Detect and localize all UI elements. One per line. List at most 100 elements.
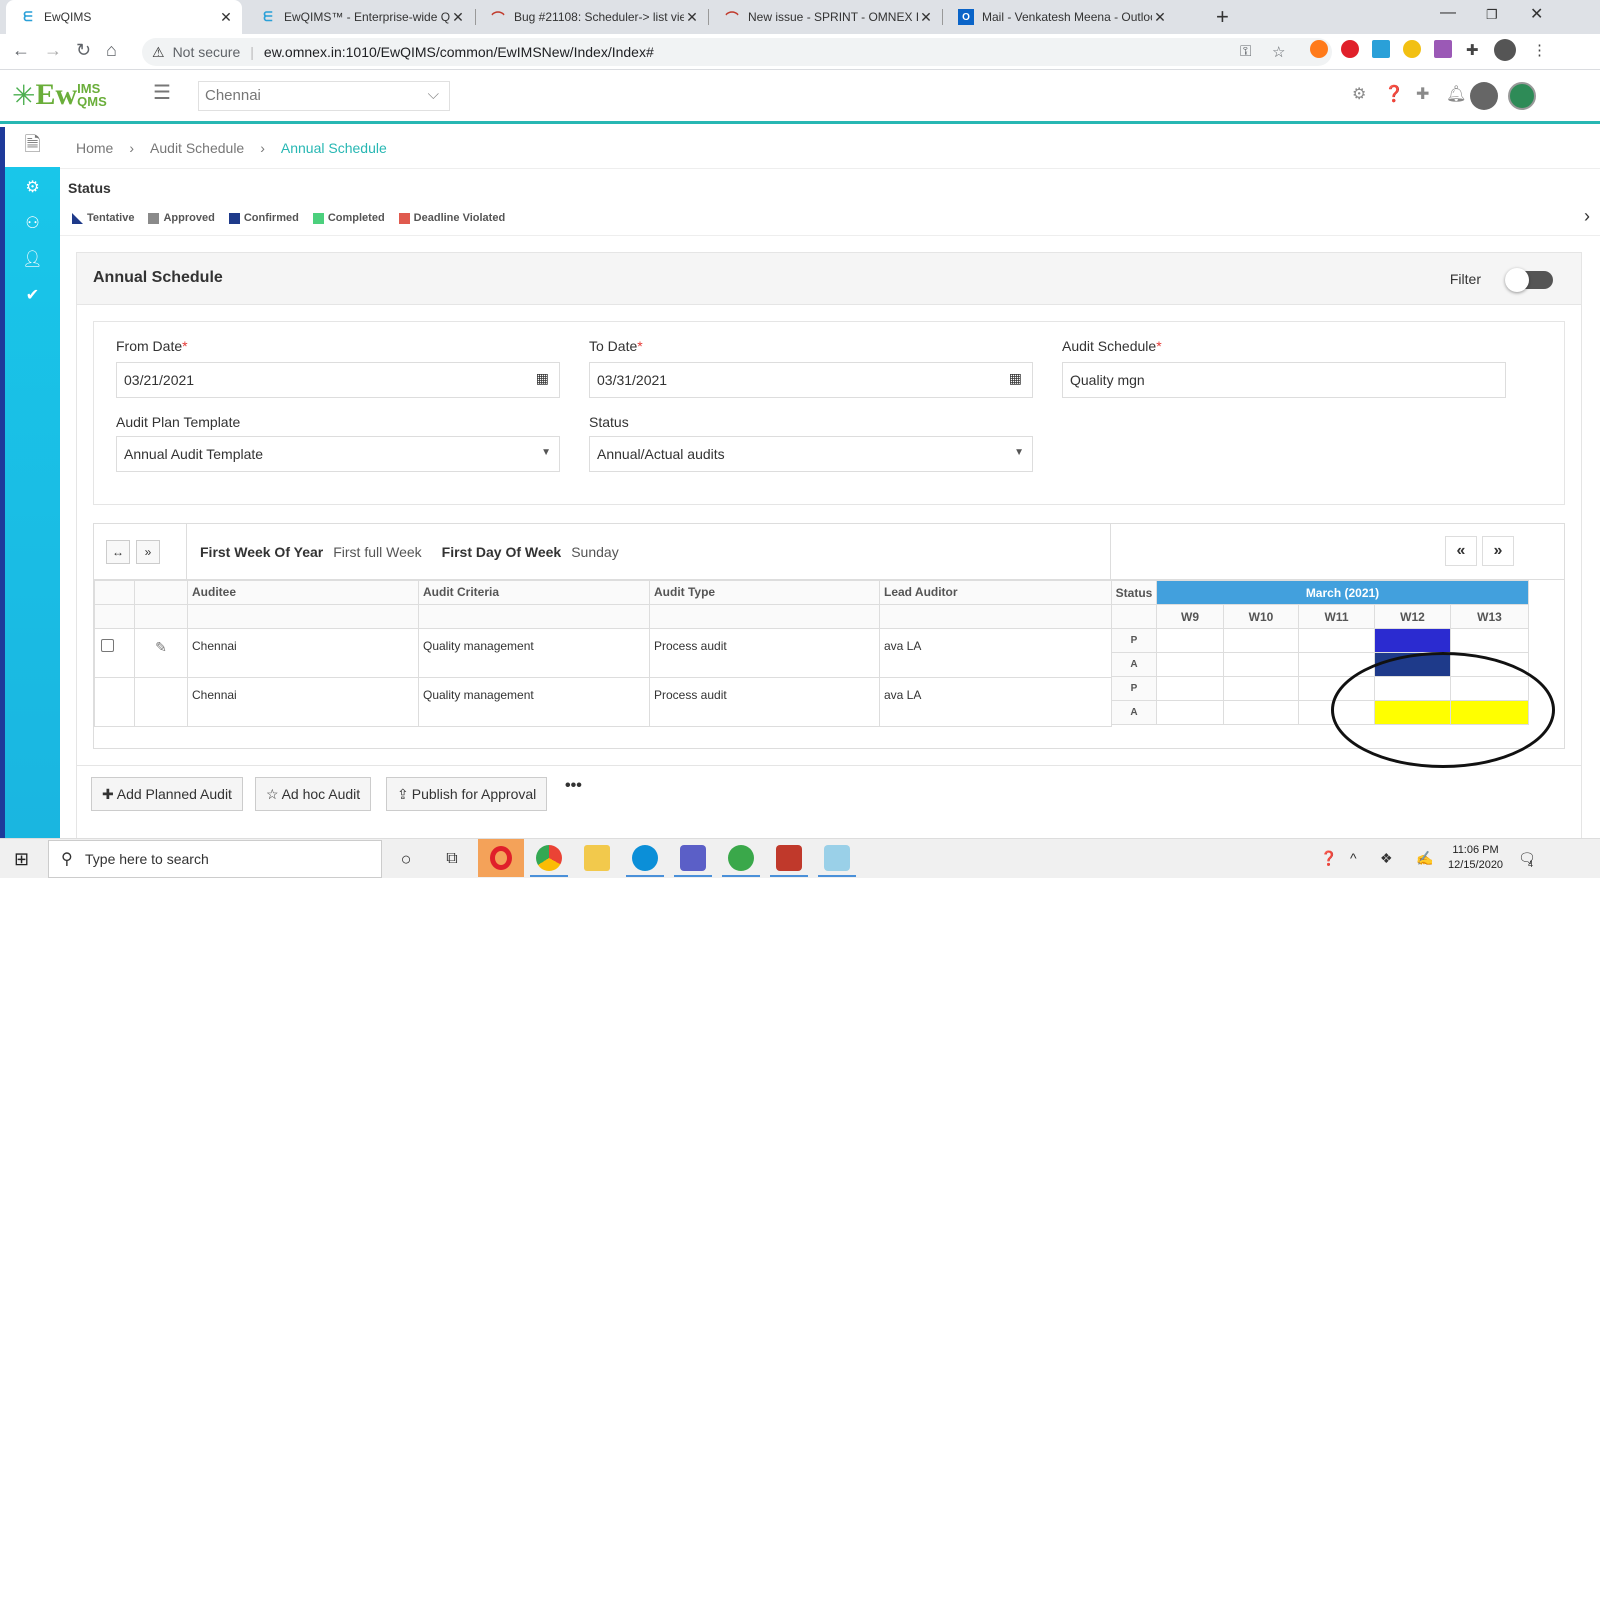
tab-bug-21108[interactable]: ⌒ Bug #21108: Scheduler-> list view ✕ — [476, 0, 708, 34]
schedule-cell[interactable] — [1223, 676, 1299, 701]
column-audit-type[interactable]: Audit Type — [649, 580, 880, 605]
notification-bell-icon[interactable]: 🔔︎ — [1446, 84, 1466, 104]
next-period-button[interactable]: » — [1482, 536, 1514, 566]
breadcrumb-audit-schedule[interactable]: Audit Schedule — [150, 140, 244, 156]
reload-icon[interactable]: ↻ — [76, 40, 91, 61]
task-view-icon[interactable]: ⧉ — [438, 845, 466, 873]
bookmark-star-icon[interactable]: ☆ — [1272, 43, 1285, 61]
to-date-field[interactable]: 03/31/2021 ▦ — [589, 362, 1033, 398]
sidebar-item-audit[interactable]: 🗎 — [5, 127, 60, 167]
schedule-cell[interactable] — [1156, 628, 1224, 653]
tab-ewqims-enterprise[interactable]: ᗴ EwQIMS™ - Enterprise-wide Qual ✕ — [246, 0, 474, 34]
column-lead-auditor[interactable]: Lead Auditor — [879, 580, 1112, 605]
extension-badge-icon[interactable] — [1403, 40, 1421, 58]
site-select[interactable]: Chennai ⌵ — [198, 81, 450, 111]
cortana-icon[interactable]: ○ — [392, 845, 420, 873]
windows-start-icon[interactable]: ⊞ — [14, 849, 29, 870]
windows-extension-icon[interactable] — [1372, 40, 1390, 58]
restore-icon[interactable]: ❐ — [1486, 7, 1498, 23]
filter-cell[interactable] — [418, 604, 650, 629]
pen-icon[interactable]: ✍ — [1416, 850, 1433, 867]
utorrent-icon[interactable] — [728, 845, 754, 871]
taskbar-clock[interactable]: 11:06 PM 12/15/2020 — [1448, 843, 1503, 873]
puzzle-icon[interactable]: ✚ — [1466, 41, 1479, 59]
company-avatar[interactable] — [1508, 82, 1536, 110]
ewqims-logo[interactable]: ✳ Ew IMS QMS — [12, 78, 107, 112]
tab-ewqims[interactable]: ᗴ EwQIMS ✕ — [6, 0, 242, 34]
show-hidden-icons-chevron-icon[interactable]: ^ — [1350, 850, 1357, 866]
add-planned-audit-button[interactable]: ✚ Add Planned Audit — [91, 777, 243, 811]
key-icon[interactable]: ⚿ — [1240, 43, 1251, 60]
schedule-cell[interactable] — [1450, 628, 1529, 653]
sidebar-settings-icon[interactable]: ⚙ — [5, 177, 60, 197]
back-icon[interactable]: ← — [12, 40, 30, 61]
home-icon[interactable]: ⌂ — [106, 40, 117, 61]
filter-cell[interactable] — [187, 604, 419, 629]
calendar-icon[interactable]: ▦ — [536, 370, 549, 387]
dropbox-icon[interactable]: ❖ — [1380, 850, 1393, 867]
hamburger-menu-icon[interactable]: ☰ — [153, 80, 171, 105]
security-app-icon[interactable] — [776, 845, 802, 871]
filter-toggle[interactable] — [1505, 268, 1553, 292]
breadcrumb-home[interactable]: Home — [76, 140, 113, 156]
more-actions-button[interactable]: ••• — [565, 777, 582, 795]
from-date-field[interactable]: 03/21/2021 ▦ — [116, 362, 560, 398]
planned-bar-w12[interactable] — [1374, 628, 1451, 653]
file-explorer-icon[interactable] — [584, 845, 610, 871]
close-tab-icon[interactable]: ✕ — [918, 9, 934, 26]
teams-icon[interactable] — [680, 845, 706, 871]
help-tray-icon[interactable]: ❓ — [1320, 850, 1337, 867]
close-tab-icon[interactable]: ✕ — [218, 9, 234, 26]
table-row[interactable]: ✎ Chennai Quality management Process aud… — [94, 628, 1112, 678]
publish-for-approval-button[interactable]: ⇪ Publish for Approval — [386, 777, 548, 811]
user-avatar[interactable] — [1470, 82, 1498, 110]
security-status[interactable]: Not secure — [173, 44, 241, 60]
warning-icon[interactable]: ⚠ — [152, 44, 165, 61]
filter-cell[interactable] — [879, 604, 1112, 629]
sidebar-user-settings-icon[interactable]: 👤︎ — [5, 249, 60, 269]
settings-gear-icon[interactable]: ⚙ — [1352, 84, 1366, 104]
column-auditee[interactable]: Auditee — [187, 580, 419, 605]
schedule-cell[interactable] — [1223, 700, 1299, 725]
opera-extension-icon[interactable] — [1341, 40, 1359, 58]
sidebar-group-icon[interactable]: ⚇ — [5, 213, 60, 233]
table-row[interactable]: Chennai Quality management Process audit… — [94, 677, 1112, 727]
column-audit-criteria[interactable]: Audit Criteria — [418, 580, 650, 605]
expand-columns-button[interactable]: ↔ — [106, 540, 130, 564]
close-tab-icon[interactable]: ✕ — [450, 9, 466, 26]
audit-plan-template-select[interactable]: Annual Audit Template ▼ — [116, 436, 560, 472]
schedule-cell[interactable] — [1223, 628, 1299, 653]
forward-icon[interactable]: → — [44, 40, 62, 61]
taskbar-search[interactable]: ⚲ Type here to search — [48, 840, 382, 878]
status-select[interactable]: Annual/Actual audits ▼ — [589, 436, 1033, 472]
close-tab-icon[interactable]: ✕ — [684, 9, 700, 26]
schedule-cell[interactable] — [1156, 652, 1224, 677]
omnibox[interactable]: ⚠ Not secure | ew.omnex.in:1010/EwQIMS/c… — [142, 38, 1332, 66]
tab-mail[interactable]: O Mail - Venkatesh Meena - Outlook ✕ — [944, 0, 1176, 34]
url-text[interactable]: ew.omnex.in:1010/EwQIMS/common/EwIMSNew/… — [264, 44, 654, 60]
tab-new-issue[interactable]: ⌒ New issue - SPRINT - OMNEX ISS ✕ — [710, 0, 942, 34]
edit-icon[interactable]: ✎ — [155, 639, 167, 655]
add-icon[interactable]: ✚ — [1416, 84, 1429, 104]
schedule-cell[interactable] — [1223, 652, 1299, 677]
edge-icon[interactable] — [632, 845, 658, 871]
browser-menu-icon[interactable]: ⋮ — [1532, 41, 1547, 59]
sidebar-user-check-icon[interactable]: ✔ — [5, 285, 60, 305]
previous-period-button[interactable]: « — [1445, 536, 1477, 566]
schedule-cell[interactable] — [1156, 700, 1224, 725]
chevron-right-icon[interactable]: › — [1584, 206, 1590, 227]
notifications-icon[interactable]: 🗨︎ — [1518, 850, 1536, 867]
minimize-icon[interactable]: — — [1440, 4, 1456, 22]
paint-icon[interactable] — [824, 845, 850, 871]
taskbar-opera-app[interactable] — [478, 839, 524, 877]
filter-cell[interactable] — [649, 604, 880, 629]
pen-extension-icon[interactable] — [1434, 40, 1452, 58]
chrome-icon[interactable] — [536, 845, 562, 871]
help-icon[interactable]: ❓ — [1384, 84, 1404, 104]
extension-flame-icon[interactable] — [1310, 40, 1328, 58]
audit-schedule-field[interactable]: Quality mgn — [1062, 362, 1506, 398]
close-tab-icon[interactable]: ✕ — [1152, 9, 1168, 26]
calendar-icon[interactable]: ▦ — [1009, 370, 1022, 387]
close-window-icon[interactable]: ✕ — [1530, 4, 1543, 24]
new-tab-icon[interactable]: + — [1216, 4, 1229, 30]
